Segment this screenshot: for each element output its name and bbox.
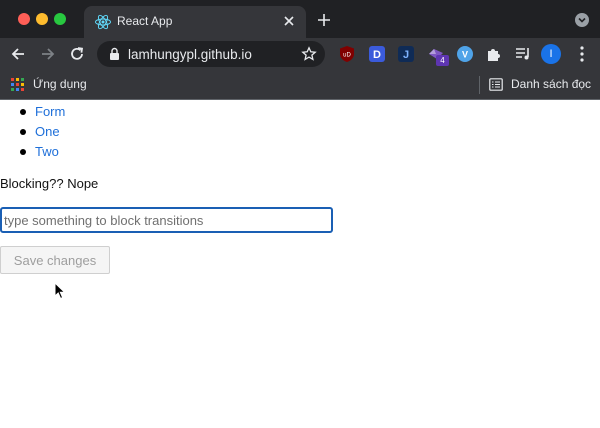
list-item: One [17, 122, 65, 142]
apps-bookmark[interactable]: Ứng dụng [33, 77, 87, 91]
j-extension-icon[interactable]: J [397, 45, 415, 63]
back-arrow-icon[interactable] [9, 45, 27, 63]
tab-search-icon[interactable] [575, 13, 589, 27]
blocking-status: Blocking?? Nope [0, 176, 99, 191]
bullet-icon [20, 129, 26, 135]
svg-text:D: D [373, 49, 381, 61]
nav-link-two[interactable]: Two [35, 144, 59, 159]
forward-arrow-icon[interactable] [39, 45, 57, 63]
tab-react-app[interactable]: React App [84, 6, 306, 38]
kebab-menu-icon[interactable] [577, 45, 587, 63]
new-tab-icon[interactable] [316, 12, 332, 28]
close-window-button[interactable] [18, 13, 30, 25]
svg-text:V: V [462, 50, 468, 60]
d-extension-icon[interactable]: D [368, 45, 386, 63]
list-item: Form [17, 102, 65, 122]
nav-link-list: Form One Two [17, 102, 65, 162]
tab-title: React App [117, 14, 173, 28]
block-transitions-input[interactable] [0, 207, 333, 233]
maximize-window-button[interactable] [54, 13, 66, 25]
reading-list-label[interactable]: Danh sách đọc [511, 77, 591, 91]
reading-list-icon[interactable] [489, 78, 503, 91]
reload-icon[interactable] [68, 45, 86, 63]
list-item: Two [17, 142, 65, 162]
media-queue-icon[interactable] [514, 45, 532, 63]
bullet-icon [20, 149, 26, 155]
apps-grid-icon[interactable] [11, 78, 24, 91]
nav-link-one[interactable]: One [35, 124, 60, 139]
extensions-puzzle-icon[interactable] [485, 45, 503, 63]
mouse-cursor-icon [54, 282, 66, 300]
browser-chrome: React App lamhungypl.github.io uD D J 4 … [0, 0, 600, 100]
save-changes-button[interactable]: Save changes [0, 246, 110, 274]
page-content: Form One Two Blocking?? Nope Save change… [0, 100, 600, 428]
bullet-icon [20, 109, 26, 115]
close-tab-icon[interactable] [282, 14, 296, 28]
bookmarks-divider [479, 76, 480, 94]
extension-badge: 4 [436, 55, 449, 66]
bookmark-star-icon[interactable] [301, 46, 317, 62]
svg-text:uD: uD [343, 53, 351, 59]
svg-text:J: J [403, 49, 409, 61]
react-atom-icon [95, 14, 111, 30]
lock-icon[interactable] [109, 47, 120, 61]
minimize-window-button[interactable] [36, 13, 48, 25]
ublock-icon[interactable]: uD [338, 45, 356, 63]
url-text: lamhungypl.github.io [128, 47, 252, 62]
tab-strip: React App [0, 0, 600, 38]
browser-toolbar: lamhungypl.github.io uD D J 4 V I [0, 38, 600, 70]
profile-avatar[interactable]: I [541, 44, 561, 64]
address-bar[interactable]: lamhungypl.github.io [97, 41, 325, 67]
nav-link-form[interactable]: Form [35, 104, 65, 119]
v-extension-icon[interactable]: V [456, 45, 474, 63]
bookmarks-bar: Ứng dụng Danh sách đọc [0, 70, 600, 100]
